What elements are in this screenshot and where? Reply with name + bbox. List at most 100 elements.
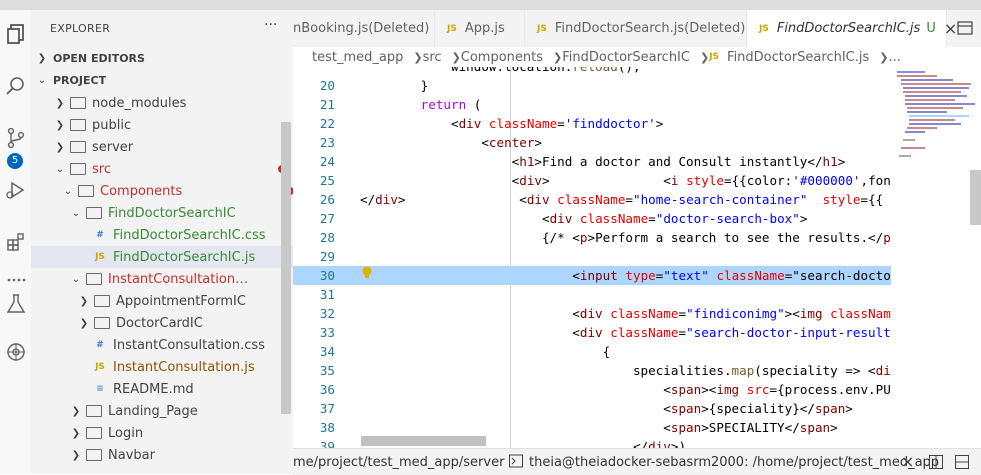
terminal-tab-path[interactable]: me/project/test_med_app/server	[293, 455, 504, 470]
breadcrumb-item[interactable]: Components	[461, 50, 543, 65]
tree-folder-navbar[interactable]: ❯ Navbar	[31, 444, 293, 466]
tree-folder-landing-page[interactable]: ❯ Landing_Page	[31, 400, 293, 422]
code-line[interactable]: 20 }	[293, 76, 891, 95]
search-icon[interactable]	[0, 70, 31, 102]
code-line[interactable]: 34 {	[293, 342, 891, 361]
breadcrumb-item[interactable]: ...	[888, 50, 900, 65]
bottom-panel: me/project/test_med_app/server theia@the…	[293, 448, 981, 475]
explorer-icon[interactable]	[0, 18, 31, 50]
tab-finddoctorsearch-deleted[interactable]: JS FindDoctorSearch.js(Deleted)	[525, 10, 747, 47]
tab-finddoctorsearchic-js[interactable]: JS FindDoctorSearchIC.js U ×	[747, 10, 957, 47]
chevron-right-icon: ❯	[79, 295, 89, 307]
line-number: 21	[319, 97, 335, 112]
minimap[interactable]	[891, 67, 981, 448]
terminal-tab-label[interactable]: theia@theiadocker-sebasrm2000: /home/pro…	[529, 455, 939, 470]
tree-folder-node-modules[interactable]: ❯ node_modules	[31, 92, 293, 114]
breadcrumb-item[interactable]: FindDoctorSearchIC	[562, 50, 690, 65]
tree-folder-login[interactable]: ❯ Login	[31, 422, 293, 444]
code-text: <span>SPECIALITY</span>	[360, 420, 838, 435]
line-number: 27	[319, 211, 335, 226]
folder-icon	[70, 141, 86, 153]
close-icon[interactable]: ×	[944, 19, 957, 38]
extensions-icon[interactable]	[0, 226, 31, 258]
source-control-icon[interactable]	[0, 122, 31, 154]
tree-folder-appointmentformic[interactable]: ❯ AppointmentFormIC	[31, 290, 293, 312]
line-number: 34	[319, 344, 335, 359]
code-line[interactable]: 22 <div className='finddoctor'>	[293, 114, 891, 133]
breadcrumb-item[interactable]: FindDoctorSearchIC.js	[727, 50, 869, 65]
tree-file-instantconsultation-js[interactable]: JS InstantConsultation.js M	[31, 356, 293, 378]
code-line[interactable]: 23 <center>	[293, 133, 891, 152]
css-file-icon: #	[96, 230, 104, 240]
code-line[interactable]: 30 <input type="text" className="search-…	[293, 266, 891, 285]
line-number: 30	[319, 268, 335, 283]
code-line[interactable]: 36 <span><img src={process.env.PUBLIC	[293, 380, 891, 399]
tree-label: Login	[108, 425, 144, 441]
code-line[interactable]: 31	[293, 285, 891, 304]
code-editor[interactable]: window.location.reload();20 }21 return (…	[293, 67, 891, 448]
tree-file-finddoctorsearchic-js[interactable]: JS FindDoctorSearchIC.js U	[31, 246, 293, 268]
tab-label: nBooking.js(Deleted)	[293, 21, 430, 36]
code-line[interactable]: 35 specialities.map(speciality => <div c…	[293, 361, 891, 380]
tree-folder-instantconsultation[interactable]: ⌄ InstantConsultationBoo...	[31, 268, 293, 290]
code-line[interactable]: 38 <span>SPECIALITY</span>	[293, 418, 891, 437]
chevron-right-icon: ❯	[79, 317, 89, 329]
line-number: 35	[319, 363, 335, 378]
tree-file-finddoctorsearchic-css[interactable]: # FindDoctorSearchIC.css U	[31, 224, 293, 246]
testing-flask-icon[interactable]	[0, 288, 31, 320]
split-panel-icon[interactable]	[929, 455, 943, 473]
title-strip	[0, 0, 981, 10]
code-line[interactable]: 29	[293, 247, 891, 266]
code-line[interactable]: 28 {/* <p>Perform a search to see the re…	[293, 228, 891, 247]
run-debug-icon[interactable]	[0, 174, 31, 206]
folder-icon	[70, 97, 86, 109]
tree-folder-components[interactable]: ⌄ Components	[31, 180, 293, 202]
editor-vertical-scrollbar[interactable]	[970, 170, 981, 225]
tree-folder-server[interactable]: ❯ server	[31, 136, 293, 158]
tab-booking-deleted[interactable]: nBooking.js(Deleted)	[293, 10, 435, 47]
js-file-icon: JS	[759, 23, 769, 34]
js-file-icon: JS	[709, 52, 720, 62]
code-text: {	[360, 344, 611, 359]
tree-folder-public[interactable]: ❯ public	[31, 114, 293, 136]
chevron-right-icon: ❯	[37, 52, 47, 64]
tree-file-readme[interactable]: ≡ README.md	[31, 378, 293, 400]
tree-file-instantconsultation-css[interactable]: # InstantConsultation.css	[31, 334, 293, 356]
code-line[interactable]: 21 return (	[293, 95, 891, 114]
code-line[interactable]: 25 <div> <i style={{color:'#000000',font…	[293, 171, 891, 190]
tree-folder-src[interactable]: ⌄ src	[31, 158, 293, 180]
editor-horizontal-scrollbar[interactable]	[361, 436, 486, 446]
more-actions-icon[interactable]: ···	[264, 17, 277, 33]
tree-label: server	[92, 139, 134, 155]
tree-folder-finddoctorsearchic[interactable]: ⌄ FindDoctorSearchIC	[31, 202, 293, 224]
tab-app-js[interactable]: JS App.js	[435, 10, 525, 47]
line-number: 25	[319, 173, 335, 188]
sidebar-scrollbar[interactable]	[281, 122, 291, 414]
code-line[interactable]: 26 </div> <div className="home-search-con…	[293, 190, 891, 209]
terminal-icon	[509, 454, 523, 472]
code-line[interactable]: window.location.reload();	[293, 67, 891, 76]
editor-tabs: nBooking.js(Deleted) JS App.js JS FindDo…	[293, 10, 981, 47]
lightbulb-icon[interactable]	[361, 265, 373, 284]
code-line[interactable]: 24 <h1>Find a doctor and Consult instant…	[293, 152, 891, 171]
tree-folder-doctorcardic[interactable]: ❯ DoctorCardIC	[31, 312, 293, 334]
code-text: window.location.reload();	[360, 67, 641, 76]
breadcrumb-item[interactable]: src	[423, 50, 442, 65]
open-editors-section[interactable]: ❯ OPEN EDITORS	[31, 47, 293, 69]
plugin-wheel-icon[interactable]	[0, 336, 31, 368]
panel-layout-icon[interactable]	[955, 455, 969, 473]
code-line[interactable]: 33 <div className="search-doctor-input-r…	[293, 323, 891, 342]
folder-icon	[94, 295, 110, 307]
code-line[interactable]: 32 <div className="findiconimg"><img cla…	[293, 304, 891, 323]
code-line[interactable]: 27 <div className="doctor-search-box">	[293, 209, 891, 228]
code-text: <center>	[360, 135, 542, 150]
code-line[interactable]: 37 <span>{speciality}</span>	[293, 399, 891, 418]
project-section[interactable]: ⌄ PROJECT	[31, 69, 293, 91]
split-editor-icon[interactable]	[957, 20, 973, 40]
breadcrumb-item[interactable]: test_med_app	[312, 50, 403, 65]
code-text: <div className="findiconimg"><img classN…	[360, 306, 891, 321]
chevron-right-icon: ❯	[451, 50, 461, 64]
tree-label: README.md	[113, 381, 194, 397]
line-number: 37	[319, 401, 335, 416]
close-icon[interactable]: ×	[901, 452, 914, 471]
